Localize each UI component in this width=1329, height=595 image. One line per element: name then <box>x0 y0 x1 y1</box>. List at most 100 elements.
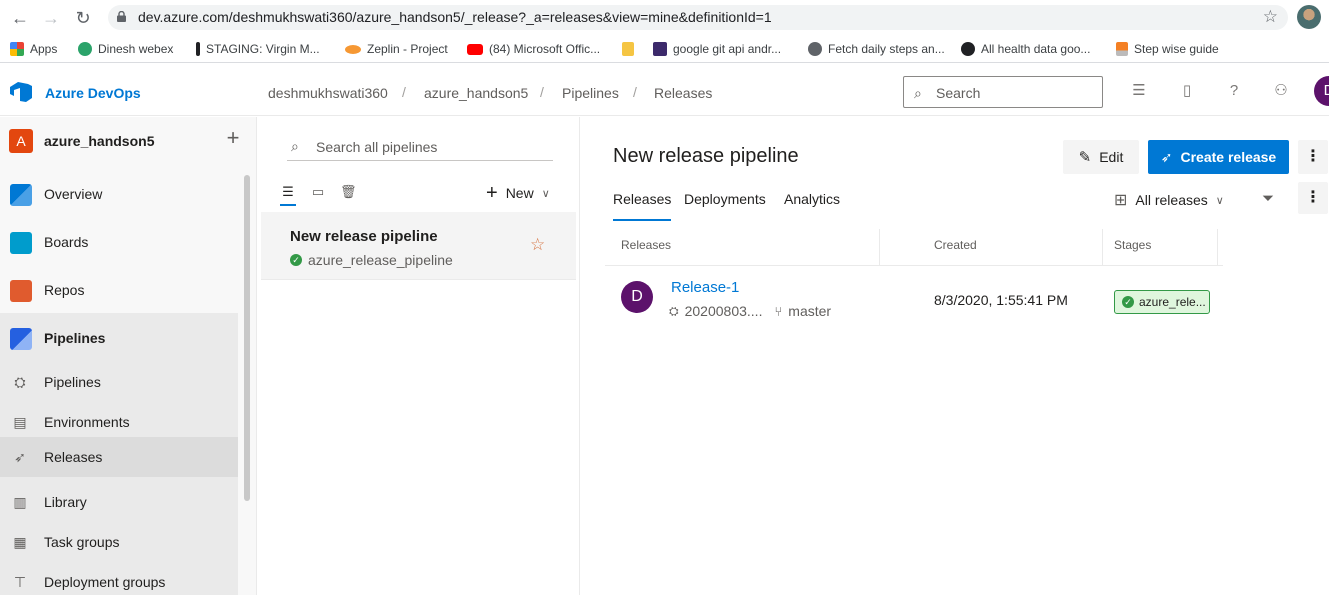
nav-subitem-label: Environments <box>44 414 130 430</box>
nav-item-label: Repos <box>44 282 85 298</box>
bookmark-all-health-data[interactable]: All health data goo... <box>961 41 1090 57</box>
breadcrumb-separator: / <box>633 84 637 100</box>
nav-item-pipelines[interactable]: Pipelines <box>0 318 238 358</box>
create-release-label: Create release <box>1180 149 1277 165</box>
help-icon[interactable]: ? <box>1224 81 1244 101</box>
pipelines-icon <box>10 328 32 350</box>
breadcrumb-organization[interactable]: deshmukhswati360 <box>268 85 388 101</box>
filter-funnel-icon[interactable]: ⏷ <box>1262 190 1274 207</box>
bookmark-google-git-api[interactable]: google git api andr... <box>653 41 781 57</box>
release-name-link[interactable]: Release-1 <box>671 279 739 296</box>
webex-icon <box>78 42 92 56</box>
back-icon[interactable]: ← <box>9 7 31 29</box>
release-view-selector[interactable]: ⊞ All releases ∨ <box>1114 190 1224 210</box>
bookmark-fetch-daily-steps[interactable]: Fetch daily steps an... <box>808 41 945 57</box>
nav-item-label: Boards <box>44 234 89 250</box>
folder-view-icon[interactable]: ▭ <box>310 184 326 200</box>
browser-profile-avatar[interactable] <box>1297 5 1321 29</box>
release-creator-avatar: D <box>621 281 653 313</box>
success-check-icon: ✓ <box>1122 296 1134 308</box>
user-avatar[interactable]: D <box>1314 76 1329 106</box>
release-pipeline-detail: New release pipeline ✎ Edit ➶ Create rel… <box>581 117 1329 595</box>
nav-subitem-library[interactable]: ▥ Library <box>0 482 238 522</box>
nav-item-overview[interactable]: Overview <box>0 174 238 214</box>
column-divider <box>1102 229 1103 265</box>
zeplin-icon <box>345 44 361 54</box>
pencil-icon: ✎ <box>1078 149 1092 166</box>
bookmark-dinesh-webex[interactable]: Dinesh webex <box>78 41 173 57</box>
pipeline-name: New release pipeline <box>290 228 438 245</box>
user-settings-icon[interactable]: ⚇ <box>1271 81 1291 101</box>
nav-subitem-environments[interactable]: ▤ Environments <box>0 402 238 442</box>
forward-icon[interactable]: → <box>40 7 62 29</box>
breadcrumb-releases[interactable]: Releases <box>654 85 712 101</box>
more-view-options-icon[interactable]: ⋮ <box>1298 182 1328 214</box>
edit-button-label: Edit <box>1099 149 1124 165</box>
bookmark-label: Zeplin - Project <box>367 42 448 56</box>
new-pipeline-button[interactable]: + New ∨ <box>486 182 550 204</box>
bookmark-label: Apps <box>30 42 58 56</box>
azure-devops-logo-icon[interactable] <box>10 82 32 102</box>
pipeline-list-item[interactable]: New release pipeline ✓ azure_release_pip… <box>261 212 576 280</box>
tab-analytics[interactable]: Analytics <box>784 191 840 221</box>
stage-name: azure_rele... <box>1139 295 1206 309</box>
search-placeholder: Search <box>936 85 981 101</box>
tab-releases[interactable]: Releases <box>613 191 672 221</box>
edit-button[interactable]: ✎ Edit <box>1063 140 1139 174</box>
deployment-groups-icon: ⊤ <box>13 574 27 590</box>
reload-icon[interactable]: ↻ <box>72 7 94 29</box>
library-icon: ▥ <box>13 494 27 510</box>
nav-subitem-deployment-groups[interactable]: ⊤ Deployment groups <box>0 562 238 595</box>
deleted-view-trash-icon[interactable]: 🗑 <box>340 184 357 200</box>
repos-icon <box>10 280 32 302</box>
bookmark-step-wise-guide[interactable]: Step wise guide <box>1116 41 1219 57</box>
breadcrumb-project[interactable]: azure_handson5 <box>424 85 528 101</box>
bookmark-staging[interactable]: STAGING: Virgin M... <box>196 41 320 57</box>
search-pipelines-input[interactable]: ⌕ Search all pipelines <box>287 131 553 161</box>
bookmark-apps[interactable]: Apps <box>10 41 57 57</box>
column-header-created[interactable]: Created <box>934 238 977 252</box>
new-item-plus-icon[interactable]: + <box>222 127 244 149</box>
column-divider <box>879 229 880 265</box>
github-icon <box>961 42 975 56</box>
bookmark-star-icon[interactable]: ☆ <box>1263 7 1278 27</box>
bookmark-label: Step wise guide <box>1134 42 1219 56</box>
nav-item-repos[interactable]: Repos <box>0 270 238 310</box>
app-header: Azure DevOps deshmukhswati360 / azure_ha… <box>0 68 1329 116</box>
column-header-releases[interactable]: Releases <box>621 238 671 252</box>
header-search-input[interactable]: ⌕ Search <box>903 76 1103 108</box>
nav-item-boards[interactable]: Boards <box>0 222 238 262</box>
left-navigation: A azure_handson5 + Overview Boards Repos… <box>0 117 257 595</box>
nav-subitem-label: Deployment groups <box>44 574 166 590</box>
bookmark-folder[interactable] <box>622 41 634 57</box>
column-header-stages[interactable]: Stages <box>1114 238 1151 252</box>
bookmark-label: Dinesh webex <box>98 42 174 56</box>
work-items-icon[interactable]: ☰ <box>1129 81 1149 101</box>
tab-deployments[interactable]: Deployments <box>684 191 766 221</box>
nav-subitem-pipelines[interactable]: ⛭ Pipelines <box>0 362 238 402</box>
bookmark-zeplin[interactable]: Zeplin - Project <box>345 41 448 57</box>
brand-name[interactable]: Azure DevOps <box>45 85 141 101</box>
stage-status-badge[interactable]: ✓ azure_rele... <box>1114 290 1210 314</box>
create-release-button[interactable]: ➶ Create release <box>1148 140 1289 174</box>
release-artifact-info: ⛭ 20200803.... ⑂ master <box>669 303 831 319</box>
nav-subitem-releases[interactable]: ➶ Releases <box>0 437 238 477</box>
list-view-icon[interactable]: ☰ <box>280 184 296 206</box>
success-check-icon: ✓ <box>290 254 302 266</box>
breadcrumb-pipelines[interactable]: Pipelines <box>562 85 619 101</box>
nav-item-label: Overview <box>44 186 103 202</box>
more-actions-icon[interactable]: ⋮ <box>1298 140 1328 174</box>
bookmark-microsoft-office[interactable]: (84) Microsoft Offic... <box>467 41 600 57</box>
boards-icon <box>10 232 32 254</box>
nav-subitem-task-groups[interactable]: ▦ Task groups <box>0 522 238 562</box>
pipelines-sub-icon: ⛭ <box>14 374 26 390</box>
address-bar[interactable]: dev.azure.com/deshmukhswati360/azure_han… <box>108 5 1288 30</box>
branch-icon: ⑂ <box>774 303 783 319</box>
table-grid-icon: ⊞ <box>1114 192 1128 209</box>
marketplace-bag-icon[interactable]: ▯ <box>1177 81 1197 101</box>
project-switcher[interactable]: A azure_handson5 + <box>0 117 256 165</box>
favorite-star-icon[interactable]: ☆ <box>530 235 545 255</box>
release-view-label: All releases <box>1135 192 1208 208</box>
project-avatar: A <box>9 129 33 153</box>
sidebar-scrollbar[interactable] <box>244 175 250 501</box>
